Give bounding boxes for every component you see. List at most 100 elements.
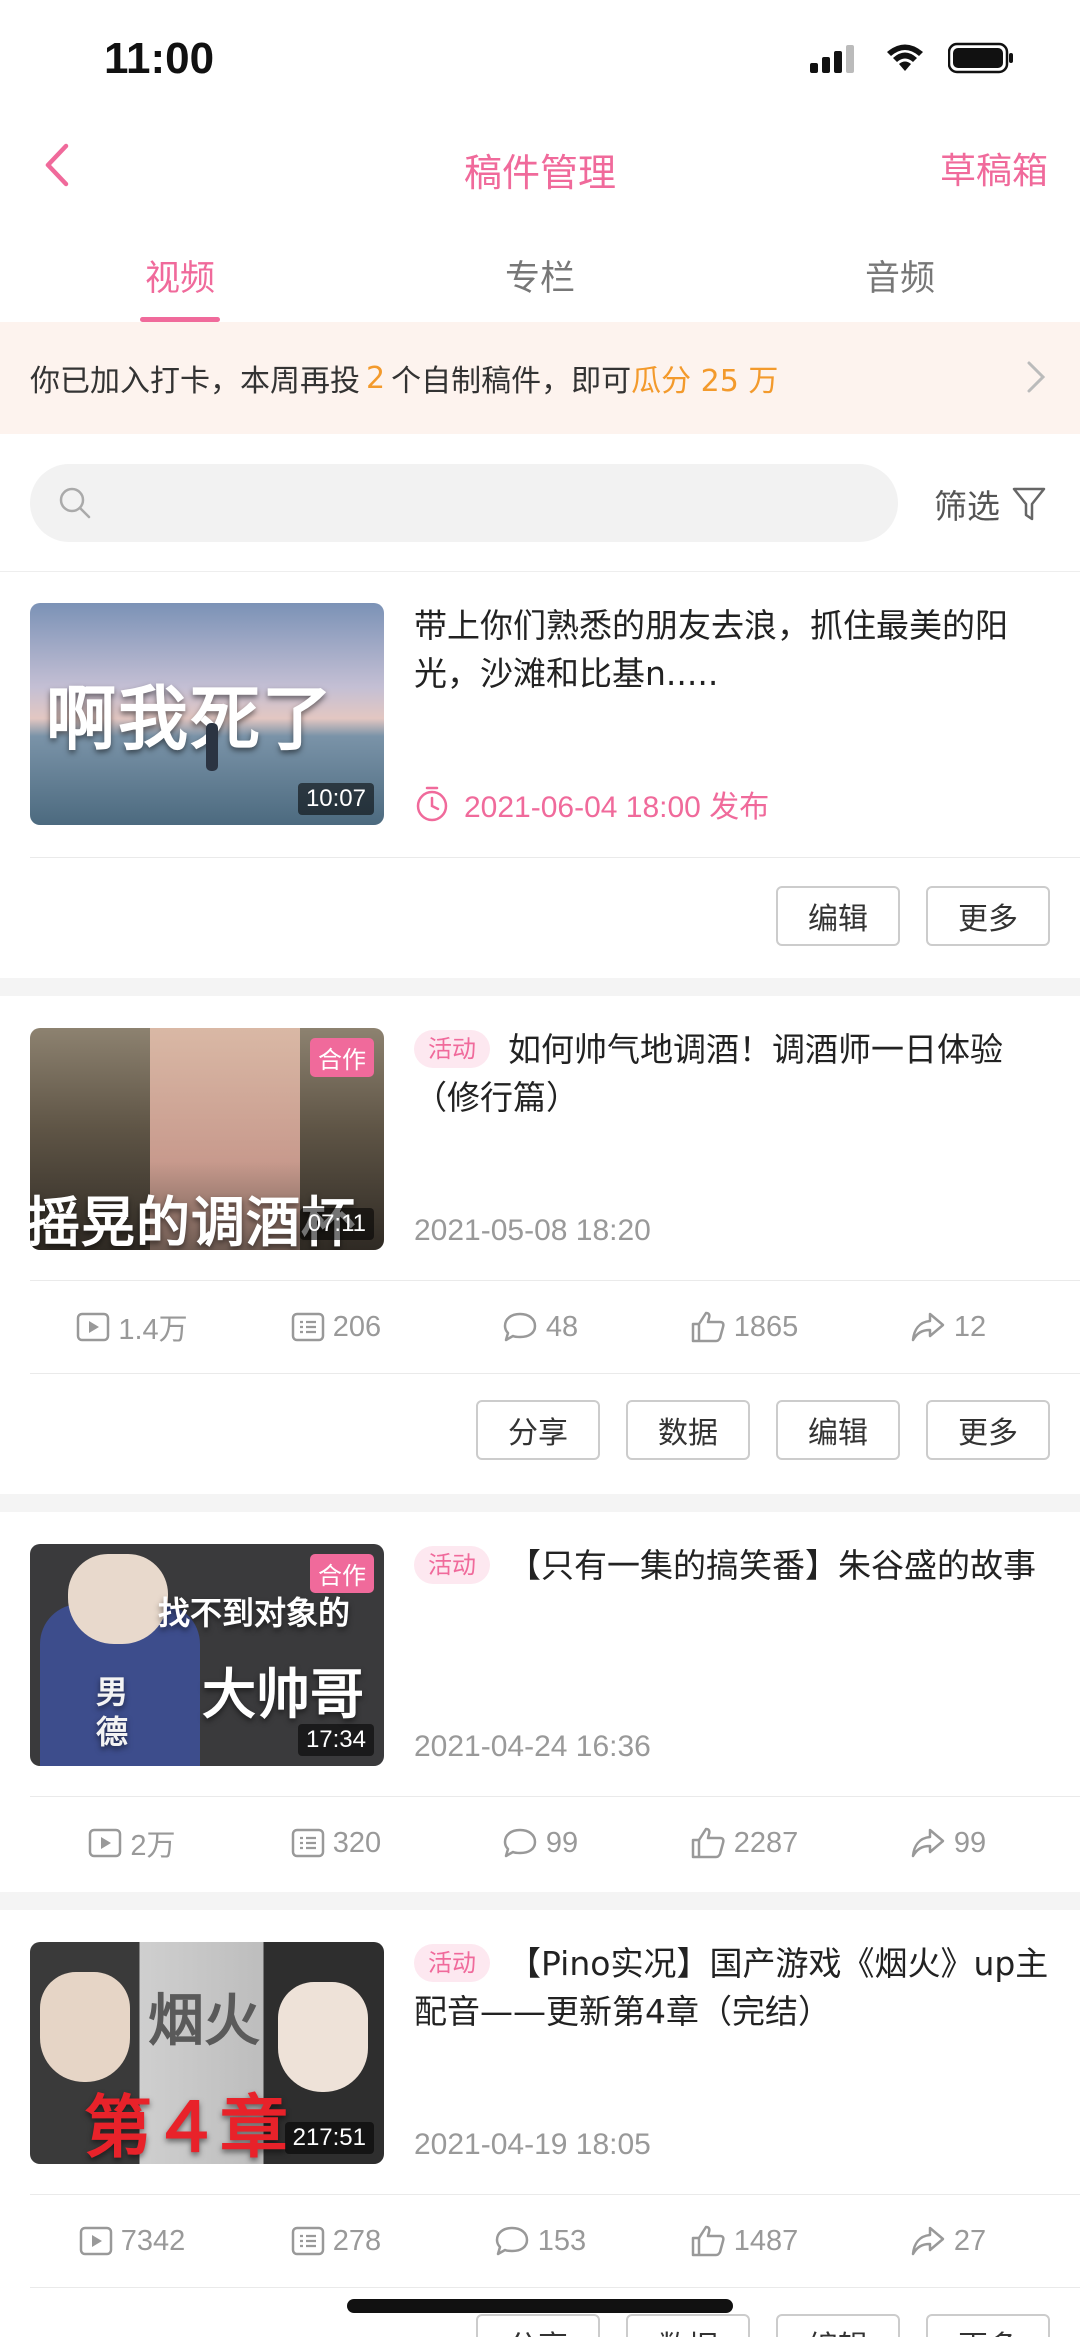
edit-button[interactable]: 编辑 (776, 2314, 900, 2337)
publish-time: 2021-04-19 18:05 (414, 2128, 651, 2161)
action-buttons: 编辑 更多 (776, 886, 1050, 946)
danmaku-stat[interactable]: 320 (234, 1797, 438, 1889)
section-gap (0, 1494, 1080, 1512)
video-title[interactable]: 活动 如何帅气地调酒！调酒师一日体验（修行篇） (414, 1026, 1054, 1122)
coop-badge: 合作 (310, 1038, 374, 1077)
more-button[interactable]: 更多 (926, 886, 1050, 946)
video-thumbnail[interactable]: 烟火 第４章 217:51 (30, 1942, 384, 2164)
thumbs-up-icon (691, 1311, 725, 1343)
share-icon (911, 1312, 945, 1342)
comments-stat[interactable]: 153 (438, 2195, 642, 2287)
video-thumbnail[interactable]: 啊我死了 10:07 (30, 603, 384, 825)
tab-column[interactable]: 专栏 (360, 232, 720, 322)
checkin-banner[interactable]: 你已加入打卡，本周再投 2 个自制稿件，即可 瓜分 25 万 (0, 322, 1080, 434)
video-duration: 10:07 (297, 783, 374, 815)
edit-button[interactable]: 编辑 (776, 1400, 900, 1460)
likes-count: 2287 (733, 1826, 799, 1859)
danmaku-stat[interactable]: 206 (234, 1281, 438, 1373)
divider (30, 2287, 1080, 2288)
danmaku-icon (291, 1828, 325, 1858)
comments-stat[interactable]: 48 (438, 1281, 642, 1373)
views-count: 7342 (120, 2224, 186, 2257)
views-stat[interactable]: 1.4万 (30, 1281, 234, 1373)
danmaku-stat[interactable]: 278 (234, 2195, 438, 2287)
video-title-text: 【Pino实况】国产游戏《烟火》up主配音——更新第4章（完结） (414, 1944, 1049, 2031)
thumbnail-character-right (278, 1982, 368, 2092)
signal-icon (810, 45, 854, 73)
views-stat[interactable]: 7342 (30, 2195, 234, 2287)
danmaku-count: 320 (332, 1826, 382, 1859)
share-icon (911, 2226, 945, 2256)
search-row: 筛选 (0, 434, 1080, 572)
danmaku-icon (291, 1312, 325, 1342)
shares-stat[interactable]: 27 (846, 2195, 1050, 2287)
video-card: 啊我死了 10:07 带上你们熟悉的朋友去浪，抓住最美的阳光，沙滩和比基n...… (0, 572, 1080, 978)
play-icon (79, 2226, 112, 2256)
thumbnail-figure (206, 723, 218, 771)
share-button[interactable]: 分享 (476, 2314, 600, 2337)
search-icon (59, 487, 91, 519)
views-count: 2万 (130, 1830, 176, 1862)
comment-icon (495, 2226, 529, 2256)
thumbs-up-icon (691, 2225, 725, 2257)
stats-row: 2万 320 99 2287 99 (30, 1797, 1050, 1889)
wifi-icon (887, 44, 923, 71)
drafts-button[interactable]: 草稿箱 (940, 142, 1048, 194)
views-stat[interactable]: 2万 (30, 1797, 234, 1889)
activity-tag: 活动 (414, 1030, 490, 1068)
danmaku-count: 278 (332, 2224, 382, 2257)
tab-audio[interactable]: 音频 (720, 232, 1080, 322)
divider (30, 1373, 1080, 1374)
section-gap (0, 978, 1080, 996)
banner-count: 2 (366, 360, 386, 396)
tab-video[interactable]: 视频 (0, 232, 360, 322)
video-duration: 17:34 (297, 1724, 374, 1756)
video-thumbnail[interactable]: 找不到对象的 大帅哥 男德 合作 17:34 (30, 1544, 384, 1766)
filter-icon (1012, 487, 1046, 521)
likes-stat[interactable]: 1865 (642, 1281, 846, 1373)
data-button[interactable]: 数据 (626, 1400, 750, 1460)
video-title[interactable]: 活动 【Pino实况】国产游戏《烟火》up主配音——更新第4章（完结） (414, 1940, 1054, 2036)
action-buttons: 分享 数据 编辑 更多 (476, 1400, 1050, 1460)
comments-count: 99 (545, 1826, 579, 1859)
play-icon (89, 1828, 122, 1858)
play-icon (77, 1312, 110, 1342)
nav-bar: 稿件管理 草稿箱 (0, 120, 1080, 210)
home-indicator[interactable] (347, 2299, 733, 2313)
thumbnail-caption-1: 找不到对象的 (158, 1594, 351, 1632)
thumbnail-face (68, 1554, 168, 1644)
comments-count: 48 (545, 1310, 579, 1343)
action-buttons: 分享 数据 编辑 更多 (476, 2314, 1050, 2337)
thumbnail-character-left (40, 1972, 130, 2082)
search-input[interactable] (30, 464, 898, 542)
banner-text-2: 个自制稿件，即可 (391, 364, 632, 399)
thumbnail-caption-2: 大帅哥 (202, 1663, 364, 1726)
more-button[interactable]: 更多 (926, 2314, 1050, 2337)
views-count: 1.4万 (118, 1314, 188, 1346)
likes-stat[interactable]: 1487 (642, 2195, 846, 2287)
likes-stat[interactable]: 2287 (642, 1797, 846, 1889)
comments-stat[interactable]: 99 (438, 1797, 642, 1889)
data-button[interactable]: 数据 (626, 2314, 750, 2337)
chevron-right-icon (1027, 361, 1046, 393)
banner-text-1: 你已加入打卡，本周再投 (30, 364, 360, 399)
shares-stat[interactable]: 12 (846, 1281, 1050, 1373)
battery-icon (948, 42, 1013, 74)
page-title: 稿件管理 (463, 151, 616, 195)
video-title[interactable]: 带上你们熟悉的朋友去浪，抓住最美的阳光，沙滩和比基n..... (414, 602, 1054, 698)
shares-stat[interactable]: 99 (846, 1797, 1050, 1889)
shares-count: 27 (953, 2224, 987, 2257)
comments-count: 153 (537, 2224, 587, 2257)
thumbnail-caption-2: 第４章 (84, 2089, 289, 2164)
publish-time: 2021-05-08 18:20 (414, 1214, 651, 1247)
filter-button[interactable]: 筛选 (934, 480, 1046, 528)
edit-button[interactable]: 编辑 (776, 886, 900, 946)
more-button[interactable]: 更多 (926, 1400, 1050, 1460)
video-title[interactable]: 活动 【只有一集的搞笑番】朱谷盛的故事 (414, 1542, 1054, 1590)
thumbs-up-icon (691, 1827, 725, 1859)
thumbnail-caption: 啊我死了 (46, 678, 334, 760)
share-icon (911, 1828, 945, 1858)
stats-row: 1.4万 206 48 1865 12 (30, 1281, 1050, 1373)
share-button[interactable]: 分享 (476, 1400, 600, 1460)
video-thumbnail[interactable]: 摇晃的调酒杯 合作 07:11 (30, 1028, 384, 1250)
